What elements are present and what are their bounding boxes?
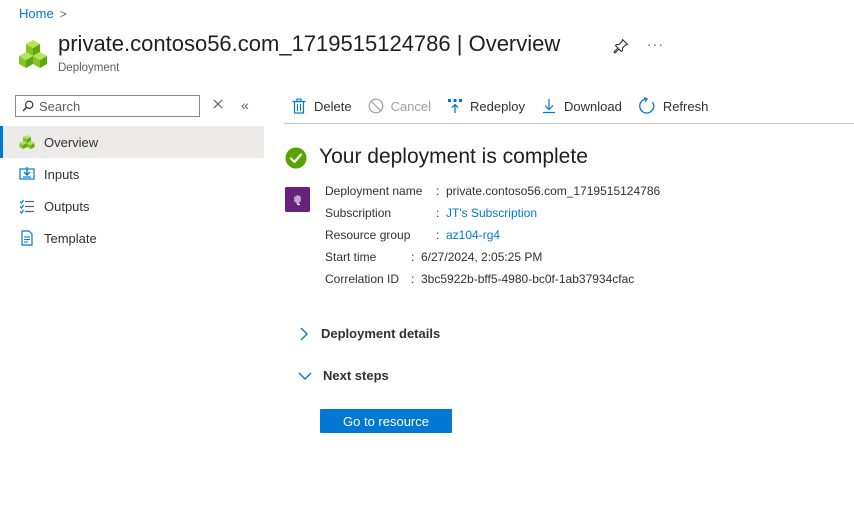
subscription-label: Subscription	[325, 206, 392, 220]
start-time-colon: :	[411, 250, 415, 264]
resource-group-label: Resource group	[325, 228, 411, 242]
command-bar: Delete Cancel Redeploy Download Refresh	[291, 95, 724, 117]
deployment-status-title: Your deployment is complete	[319, 145, 588, 168]
deployment-name-label: Deployment name	[325, 184, 423, 198]
clear-search-icon[interactable]	[212, 98, 224, 110]
breadcrumb: Home >	[19, 6, 67, 21]
sidebar-search	[15, 95, 200, 117]
sidebar-item-outputs[interactable]: Outputs	[0, 190, 264, 222]
cancel-icon	[368, 98, 383, 114]
deployment-details-toggle[interactable]: Deployment details	[297, 326, 440, 341]
next-steps-toggle[interactable]: Next steps	[297, 368, 389, 383]
chevron-down-icon	[298, 372, 312, 380]
subscription-link[interactable]: JT's Subscription	[446, 206, 537, 220]
sidebar-item-label: Template	[44, 230, 97, 246]
sidebar-item-inputs[interactable]: Inputs	[0, 158, 264, 190]
pin-icon[interactable]	[613, 38, 629, 54]
redeploy-button[interactable]: Redeploy	[447, 98, 525, 114]
deployment-name-colon: :	[436, 184, 440, 198]
success-check-icon	[285, 147, 307, 169]
start-time-value: 6/27/2024, 2:05:25 PM	[421, 250, 543, 264]
deployment-resource-icon: {	[285, 187, 310, 212]
search-icon	[22, 100, 34, 112]
next-steps-label: Next steps	[323, 368, 389, 383]
sidebar-item-label: Outputs	[44, 198, 90, 214]
download-button[interactable]: Download	[541, 98, 622, 114]
trash-icon	[292, 98, 306, 114]
more-options-icon[interactable]: ···	[647, 36, 664, 52]
inputs-icon	[19, 167, 35, 180]
download-label: Download	[563, 98, 622, 114]
chevron-right-icon	[300, 327, 308, 340]
deployment-cubes-icon	[19, 40, 47, 68]
sidebar-item-label: Inputs	[44, 166, 80, 182]
delete-label: Delete	[314, 98, 352, 114]
resource-group-link[interactable]: az104-rg4	[446, 228, 500, 242]
redeploy-label: Redeploy	[470, 98, 525, 114]
deployment-name-value: private.contoso56.com_1719515124786	[446, 184, 661, 198]
go-to-resource-button[interactable]: Go to resource	[320, 409, 452, 433]
resource-group-colon: :	[436, 228, 440, 242]
deployment-name-row: Deployment name : private.contoso56.com_…	[325, 184, 660, 198]
sidebar-item-overview[interactable]: Overview	[0, 126, 264, 158]
subscription-colon: :	[436, 206, 440, 220]
outputs-icon	[19, 199, 34, 214]
breadcrumb-separator: >	[59, 6, 67, 21]
sidebar-item-label: Overview	[44, 134, 99, 150]
subscription-row: Subscription : JT's Subscription	[325, 206, 537, 220]
search-input[interactable]	[39, 98, 189, 114]
overview-icon	[19, 135, 35, 149]
breadcrumb-home-link[interactable]: Home	[19, 6, 54, 21]
redeploy-icon	[448, 99, 463, 113]
collapse-sidebar-icon[interactable]: «	[241, 97, 249, 113]
template-icon	[21, 230, 33, 246]
refresh-label: Refresh	[662, 98, 709, 114]
correlation-id-label: Correlation ID	[325, 272, 400, 286]
correlation-id-colon: :	[411, 272, 415, 286]
delete-button[interactable]: Delete	[291, 98, 352, 114]
correlation-id-value: 3bc5922b-bff5-4980-bc0f-1ab37934cfac	[421, 272, 635, 286]
page-subtitle: Deployment	[58, 62, 120, 74]
download-icon	[542, 99, 555, 114]
cancel-label: Cancel	[390, 98, 432, 114]
cancel-button[interactable]: Cancel	[368, 98, 431, 114]
correlation-id-row: Correlation ID : 3bc5922b-bff5-4980-bc0f…	[325, 272, 634, 286]
refresh-icon	[638, 97, 655, 114]
sidebar-item-template[interactable]: Template	[0, 222, 264, 254]
toolbar-divider	[284, 123, 854, 124]
start-time-row: Start time : 6/27/2024, 2:05:25 PM	[325, 250, 542, 264]
start-time-label: Start time	[325, 250, 377, 264]
resource-group-row: Resource group : az104-rg4	[325, 228, 500, 242]
page-title: private.contoso56.com_1719515124786 | Ov…	[58, 31, 561, 56]
refresh-button[interactable]: Refresh	[638, 97, 709, 115]
deployment-details-label: Deployment details	[321, 326, 441, 341]
